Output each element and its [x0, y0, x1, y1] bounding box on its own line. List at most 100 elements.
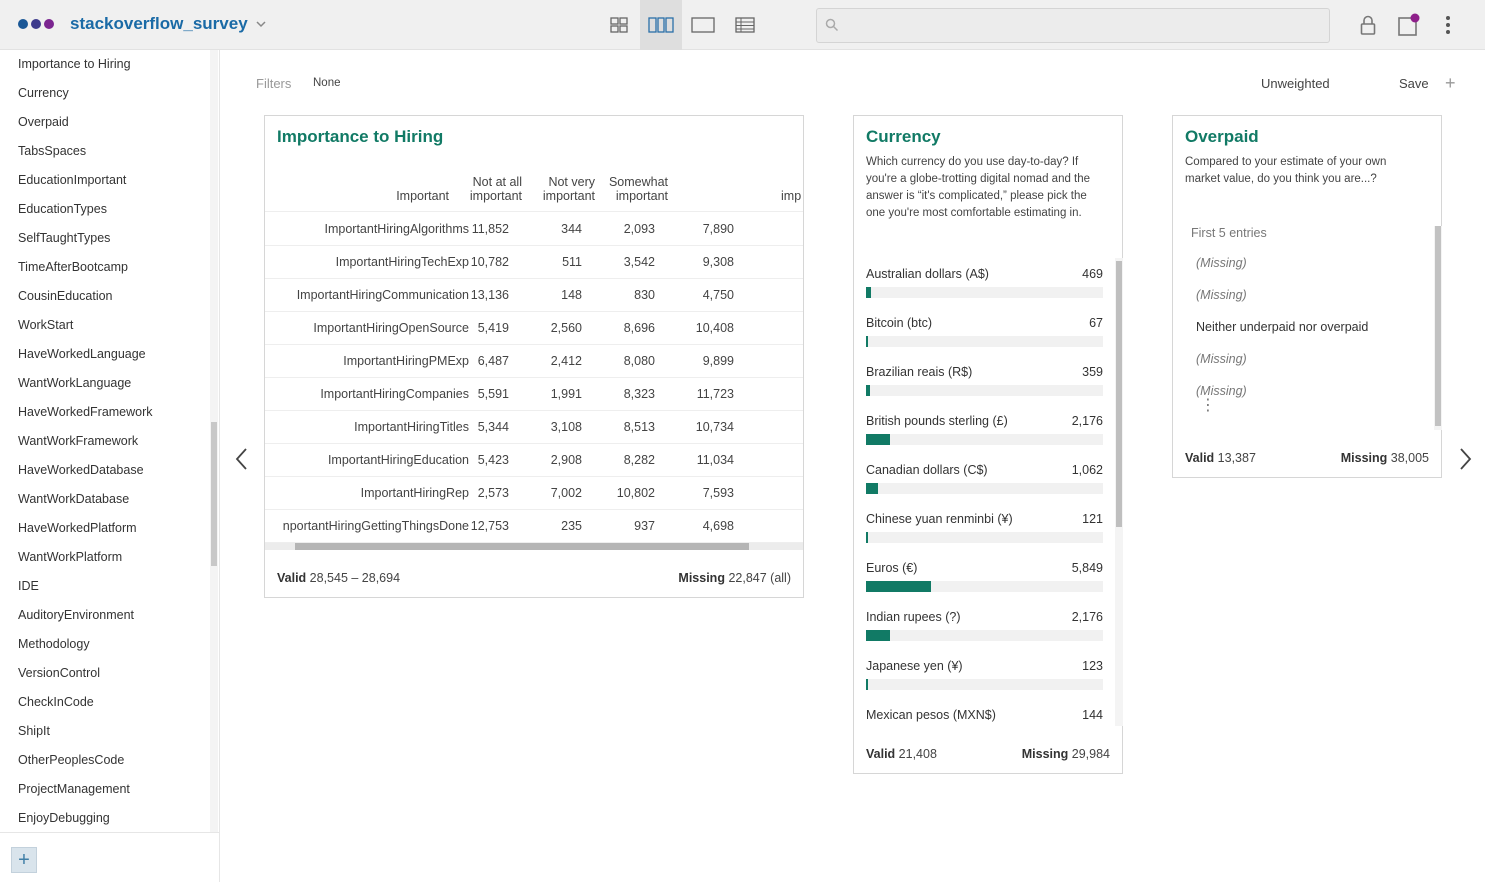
column-header[interactable]: Not very important: [543, 175, 595, 203]
table-row[interactable]: ImportantHiringEducation 5,423 2,908 8,282 1…: [265, 444, 803, 477]
grid-view-button[interactable]: [598, 0, 640, 50]
table-row[interactable]: ImportantHiringTitles 5,344 3,108 8,513 10,7…: [265, 411, 803, 444]
category-label: Canadian dollars (C$): [866, 463, 988, 477]
table-row[interactable]: nportantHiringGettingThingsDone 12,753 235…: [265, 510, 803, 543]
sidebar-item[interactable]: VersionControl: [0, 659, 210, 688]
card-description: Compared to your estimate of your own ma…: [1185, 156, 1387, 185]
table-row[interactable]: ImportantHiringOpenSource 5,419 2,560 8,696…: [265, 312, 803, 345]
app-logo[interactable]: [18, 19, 54, 29]
sidebar-scrollbar[interactable]: [210, 50, 218, 832]
table-row[interactable]: ImportantHiringCompanies 5,591 1,991 8,323 1…: [265, 378, 803, 411]
sidebar-item[interactable]: TabsSpaces: [0, 137, 210, 166]
sidebar-item[interactable]: TimeAfterBootcamp: [0, 253, 210, 282]
card-footer: Valid 28,545 – 28,694 Missing 22,847 (al…: [277, 571, 791, 585]
sidebar-item[interactable]: EnjoyDebugging: [0, 804, 210, 832]
table-cell: 235: [561, 519, 582, 533]
sidebar-item[interactable]: HaveWorkedFramework: [0, 398, 210, 427]
sidebar-item[interactable]: Importance to Hiring: [0, 50, 210, 79]
table-cell: 344: [561, 222, 582, 236]
column-header[interactable]: Not at all important: [470, 175, 522, 203]
frequency-item[interactable]: British pounds sterling (£) 2,176: [866, 412, 1103, 461]
search-input[interactable]: [847, 15, 1317, 37]
sidebar-item[interactable]: WantWorkPlatform: [0, 543, 210, 572]
sidebar-item[interactable]: IDE: [0, 572, 210, 601]
sidebar-item[interactable]: Overpaid: [0, 108, 210, 137]
sidebar-item[interactable]: HaveWorkedDatabase: [0, 456, 210, 485]
dataset-name[interactable]: stackoverflow_survey: [70, 14, 248, 34]
frequency-item[interactable]: Euros (€) 5,849: [866, 559, 1103, 608]
valid-label: Valid: [1185, 451, 1215, 465]
chevron-right-icon[interactable]: [1455, 446, 1475, 472]
table-row[interactable]: ImportantHiringAlgorithms 11,852 344 2,093 7…: [265, 213, 803, 246]
category-count: 67: [1089, 316, 1103, 330]
entry-item: Neither underpaid nor overpaid: [1196, 320, 1369, 334]
sidebar-item[interactable]: CheckInCode: [0, 688, 210, 717]
bar-fill: [866, 581, 931, 592]
sidebar-item[interactable]: EducationTypes: [0, 195, 210, 224]
sidebar-item[interactable]: WantWorkDatabase: [0, 485, 210, 514]
table-row[interactable]: ImportantHiringPMExp 6,487 2,412 8,080 9,899: [265, 345, 803, 378]
chevron-down-icon[interactable]: [254, 17, 268, 31]
filters-value[interactable]: None: [313, 77, 341, 89]
columns-view-button[interactable]: [640, 0, 682, 50]
horizontal-scrollbar[interactable]: [265, 543, 803, 550]
scrollbar-thumb[interactable]: [1435, 226, 1441, 426]
category-count: 5,849: [1071, 561, 1103, 575]
sidebar-item[interactable]: ProjectManagement: [0, 775, 210, 804]
grid-view-icon: [610, 17, 628, 33]
vertical-scrollbar[interactable]: [1434, 226, 1442, 430]
chevron-left-icon[interactable]: [232, 446, 252, 472]
single-view-button[interactable]: [682, 0, 724, 50]
scrollbar-thumb[interactable]: [1116, 261, 1122, 527]
sidebar-item[interactable]: AuditoryEnvironment: [0, 601, 210, 630]
add-card-button[interactable]: +: [1445, 74, 1456, 92]
frequency-item[interactable]: Indian rupees (?) 2,176: [866, 608, 1103, 657]
column-header[interactable]: imp: [781, 189, 801, 203]
sidebar-item[interactable]: HaveWorkedPlatform: [0, 514, 210, 543]
table-row[interactable]: ImportantHiringTechExp 10,782 511 3,542 9,30…: [265, 246, 803, 279]
sidebar-item[interactable]: Methodology: [0, 630, 210, 659]
column-header[interactable]: Important: [396, 189, 449, 203]
frequency-item[interactable]: Mexican pesos (MXN$) 144: [866, 706, 1103, 726]
table-cell: 937: [634, 519, 655, 533]
frequency-item[interactable]: Japanese yen (¥) 123: [866, 657, 1103, 706]
sidebar-item[interactable]: ShipIt: [0, 717, 210, 746]
weight-selector[interactable]: Unweighted: [1261, 76, 1330, 91]
search-box[interactable]: [816, 8, 1330, 43]
sidebar-item[interactable]: WantWorkFramework: [0, 427, 210, 456]
frequency-item[interactable]: Chinese yuan renminbi (¥) 121: [866, 510, 1103, 559]
sidebar-item[interactable]: SelfTaughtTypes: [0, 224, 210, 253]
sidebar-item[interactable]: Currency: [0, 79, 210, 108]
vertical-scrollbar[interactable]: [1115, 258, 1123, 726]
sidebar-item[interactable]: WantWorkLanguage: [0, 369, 210, 398]
more-menu-button[interactable]: [1436, 13, 1460, 37]
lock-button[interactable]: [1356, 13, 1380, 37]
entry-item: (Missing): [1196, 256, 1247, 270]
sidebar-footer: +: [0, 832, 219, 882]
frequency-item[interactable]: Brazilian reais (R$) 359: [866, 363, 1103, 412]
table-cell: 8,282: [623, 453, 655, 467]
notifications-button[interactable]: [1397, 13, 1421, 37]
importance-to-hiring-card[interactable]: Importance to Hiring Important Not at all…: [264, 115, 804, 598]
frequency-item[interactable]: Canadian dollars (C$) 1,062: [866, 461, 1103, 510]
column-header[interactable]: Somewhat important: [609, 175, 668, 203]
overpaid-card[interactable]: Overpaid Compared to your estimate of yo…: [1172, 115, 1442, 478]
sidebar-item[interactable]: OtherPeoplesCode: [0, 746, 210, 775]
sidebar-item[interactable]: HaveWorkedLanguage: [0, 340, 210, 369]
valid-summary: Valid 21,408: [866, 747, 937, 761]
logo-dot: [31, 19, 41, 29]
sidebar-item[interactable]: EducationImportant: [0, 166, 210, 195]
save-button[interactable]: Save: [1399, 76, 1429, 91]
table-row[interactable]: ImportantHiringCommunication 13,136 148 830…: [265, 279, 803, 312]
scrollbar-thumb[interactable]: [295, 543, 749, 550]
table-view-button[interactable]: [724, 0, 766, 50]
sidebar-item[interactable]: CousinEducation: [0, 282, 210, 311]
table-cell: 13,136: [470, 288, 509, 302]
add-variable-button[interactable]: +: [11, 847, 37, 873]
scrollbar-thumb[interactable]: [211, 422, 217, 566]
currency-card[interactable]: Currency Which currency do you use day-t…: [853, 115, 1123, 774]
frequency-item[interactable]: Australian dollars (A$) 469: [866, 265, 1103, 314]
frequency-item[interactable]: Bitcoin (btc) 67: [866, 314, 1103, 363]
sidebar-item[interactable]: WorkStart: [0, 311, 210, 340]
table-row[interactable]: ImportantHiringRep 2,573 7,002 10,802 7,593: [265, 477, 803, 510]
